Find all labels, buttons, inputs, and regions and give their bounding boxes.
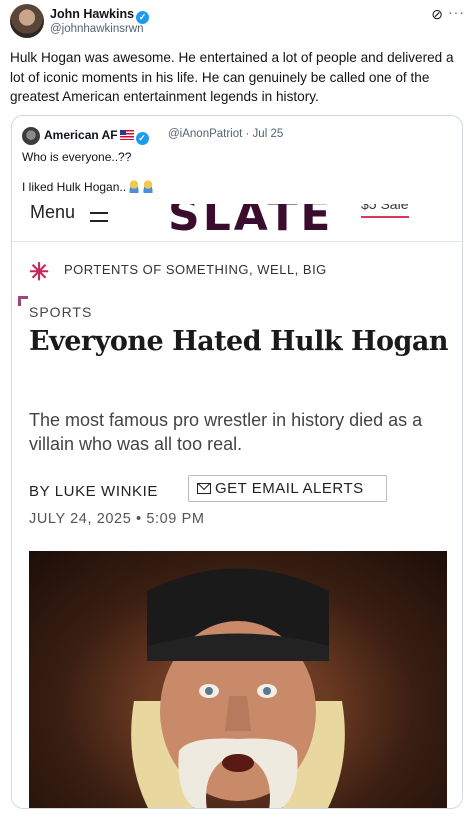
- sale-label: $5 Sale: [361, 204, 409, 212]
- hamburger-menu-icon: [90, 212, 108, 222]
- quoted-author-name[interactable]: American AF ✓: [44, 128, 149, 145]
- section-kicker: SPORTS: [29, 304, 93, 320]
- hulk-hogan-photo: [29, 551, 447, 808]
- verified-badge-icon: ✓: [135, 132, 149, 145]
- quoted-text-line-1: Who is everyone..??: [22, 150, 132, 164]
- grok-icon[interactable]: ⊘: [431, 6, 443, 23]
- author-name[interactable]: John Hawkins ✓: [50, 7, 150, 24]
- slate-logo: SLATE: [168, 204, 334, 241]
- byline: BY LUKE WINKIE: [29, 483, 158, 500]
- menu-label: Menu: [30, 204, 76, 222]
- email-alerts-button: GET EMAIL ALERTS: [188, 475, 387, 502]
- article-dek: The most famous pro wrestler in history …: [29, 410, 423, 454]
- avatar[interactable]: [10, 4, 44, 38]
- mail-icon: [197, 483, 211, 494]
- more-icon[interactable]: ···: [448, 4, 465, 20]
- us-flag-icon: [119, 130, 134, 140]
- slate-top-bar: Menu SLATE $5 Sale: [12, 204, 462, 242]
- portents-logo-icon: ✳: [29, 259, 50, 286]
- quoted-tweet-card[interactable]: American AF ✓ @iAnonPatriot · Jul 25 Who …: [11, 115, 463, 809]
- portrait-illustration: [131, 568, 345, 808]
- article-screenshot: Menu SLATE $5 Sale ✳ PORTENTS OF SOMETHI…: [12, 204, 462, 808]
- shrug-emoji-icon: [142, 180, 155, 193]
- quoted-text-line-2: I liked Hulk Hogan..: [22, 180, 155, 194]
- shrug-emoji-icon: [128, 180, 141, 193]
- corner-mark: [18, 296, 28, 306]
- author-handle[interactable]: @johnhawkinsrwn: [50, 23, 144, 35]
- series-label: PORTENTS OF SOMETHING, WELL, BIG: [64, 262, 327, 277]
- tweet-header: John Hawkins ✓ @johnhawkinsrwn ⊘ ···: [10, 4, 465, 42]
- article-headline: Everyone Hated Hulk Hogan: [29, 326, 449, 357]
- tweet-text: Hulk Hogan was awesome. He entertained a…: [10, 50, 454, 104]
- dateline: JULY 24, 2025 • 5:09 PM: [29, 511, 205, 527]
- quoted-author-handle[interactable]: @iAnonPatriot · Jul 25: [168, 128, 283, 140]
- sale-underline: [361, 216, 409, 218]
- quoted-avatar[interactable]: [22, 127, 40, 145]
